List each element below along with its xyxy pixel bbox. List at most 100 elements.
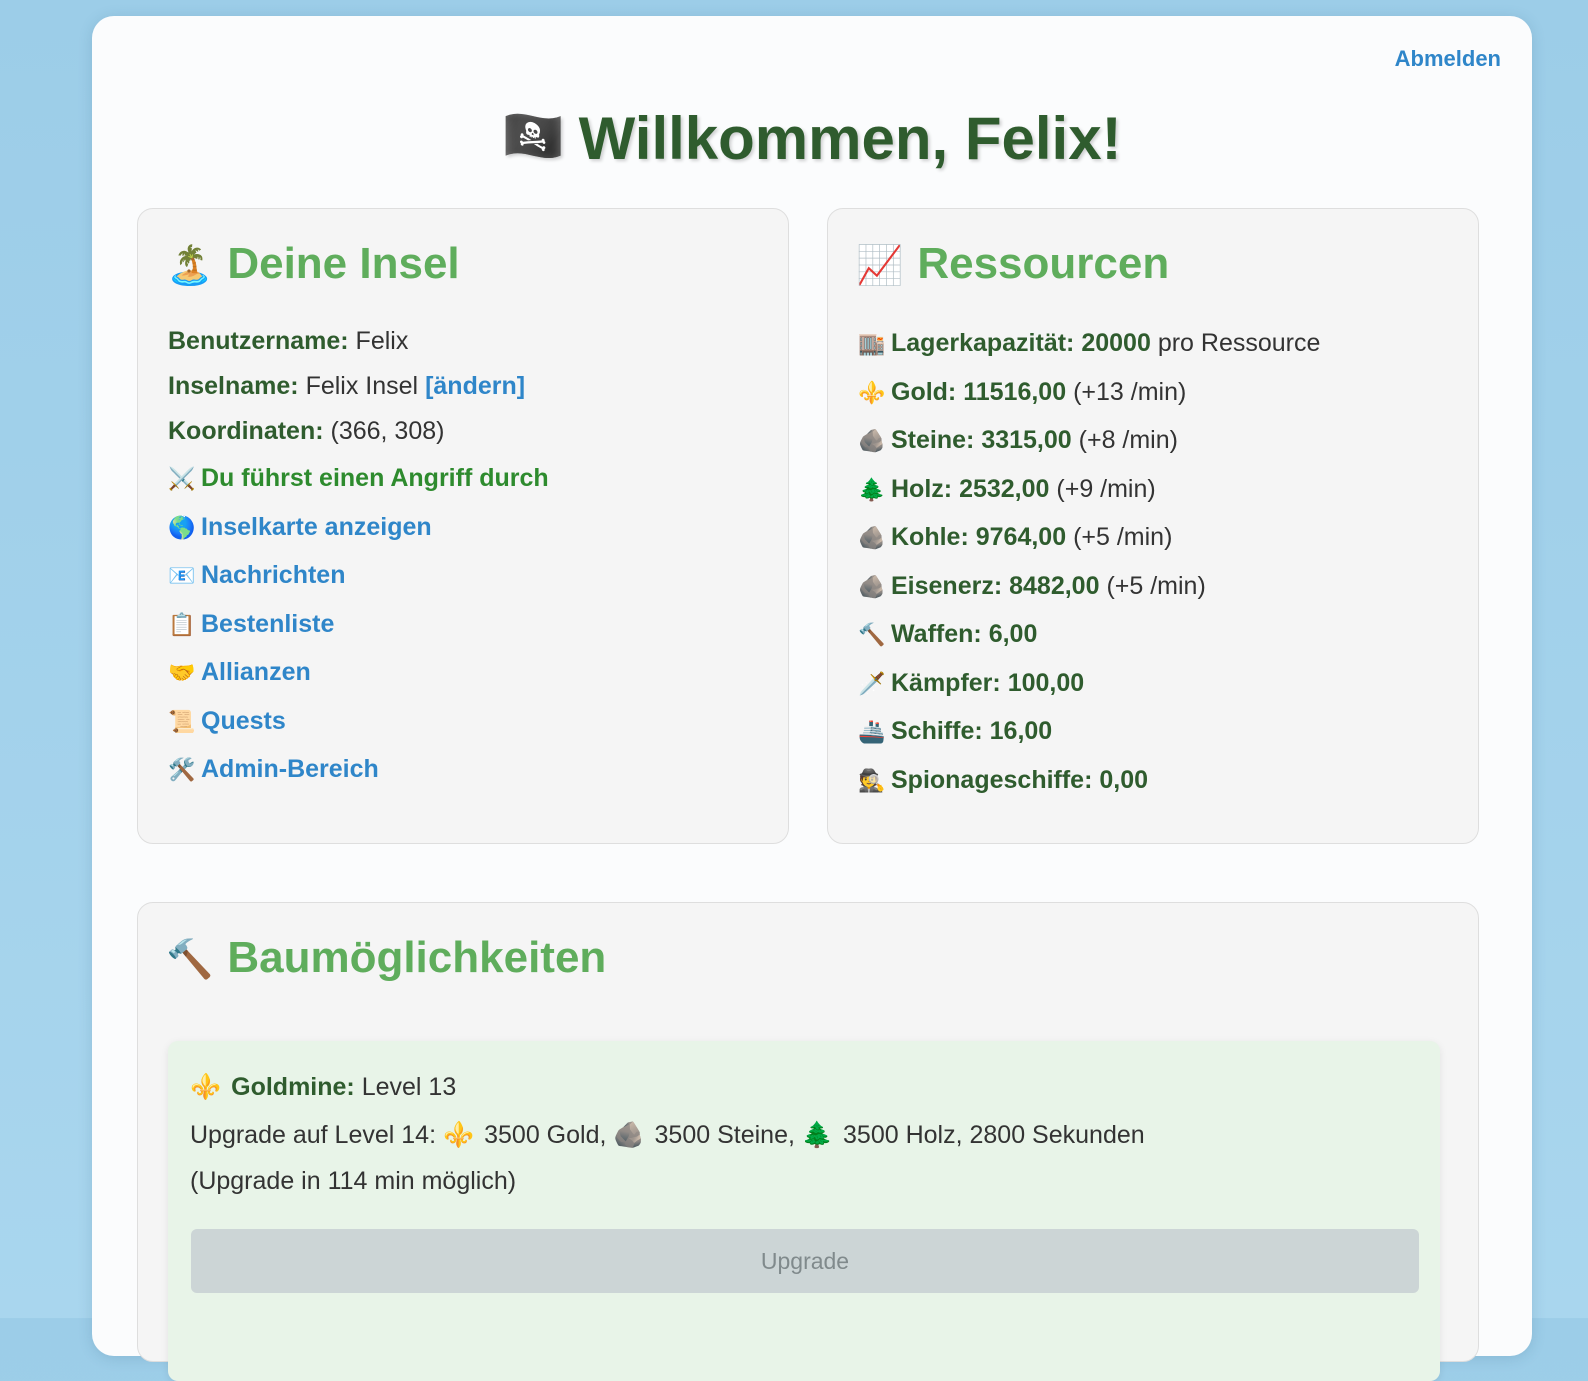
upgrade-availability: (Upgrade in 114 min möglich) xyxy=(190,1167,517,1195)
goldmine-build-item: ⚜️ Goldmine: Level 13 Upgrade auf Level 1… xyxy=(168,1041,1440,1381)
nav-link-quests[interactable]: 📜 Quests xyxy=(168,707,549,756)
resource-label: Eisenerz: xyxy=(891,571,1003,600)
resource-row-wood: 🌲 Holz: 2532,00 (+9 /min) xyxy=(858,475,1320,524)
quests-link[interactable]: Quests xyxy=(201,707,286,735)
attack-status-row: ⚔️ Du führst einen Angriff durch xyxy=(168,464,549,513)
cost-gold: 3500 Gold, xyxy=(484,1121,607,1149)
alliances-link[interactable]: Allianzen xyxy=(201,658,311,686)
coords-row: Koordinaten: (366, 308) xyxy=(168,417,549,464)
tree-icon: 🌲 xyxy=(858,476,886,502)
capacity-suffix: pro Ressource xyxy=(1157,329,1321,357)
build-card-title: 🔨 Baumöglichkeiten xyxy=(166,933,606,983)
island-info-list: Benutzername: Felix Inselname: Felix Ins… xyxy=(168,327,549,804)
fleur-de-lis-icon: ⚜️ xyxy=(858,379,886,405)
resource-value: 0,00 xyxy=(1099,765,1149,794)
dagger-icon: 🗡️ xyxy=(858,670,886,696)
fleur-de-lis-icon: ⚜️ xyxy=(190,1073,222,1101)
nav-link-admin[interactable]: 🛠️ Admin-Bereich xyxy=(168,755,549,804)
resource-rate: (+5 /min) xyxy=(1073,523,1173,551)
resource-label: Gold: xyxy=(891,377,957,406)
island-card-title: 🏝️ Deine Insel xyxy=(166,239,460,289)
rock-icon: 🪨 xyxy=(613,1121,645,1149)
build-options-card: 🔨 Baumöglichkeiten ⚜️ Goldmine: Level 13 U… xyxy=(137,902,1479,1381)
rock-icon: 🪨 xyxy=(858,428,886,453)
admin-link[interactable]: Admin-Bereich xyxy=(201,755,379,783)
island-card: 🏝️ Deine Insel Benutzername: Felix Inseln… xyxy=(137,208,789,844)
rock-icon: 🪨 xyxy=(858,573,886,599)
resource-value: 2532,00 xyxy=(959,474,1050,503)
capacity-value: 20000 xyxy=(1081,329,1151,357)
crossed-swords-icon: ⚔️ xyxy=(168,466,196,491)
resource-label: Steine: xyxy=(891,426,975,454)
resource-row-gold: ⚜️ Gold: 11516,00 (+13 /min) xyxy=(858,378,1320,427)
resources-title-text: Ressourcen xyxy=(917,239,1170,288)
resource-value: 16,00 xyxy=(989,717,1053,745)
cost-stone: 3500 Steine, xyxy=(654,1121,795,1149)
username-row: Benutzername: Felix xyxy=(168,327,549,372)
upgrade-button[interactable]: Upgrade xyxy=(191,1229,1419,1293)
resource-list: 🏬 Lagerkapazität: 20000 pro Ressource ⚜️ G… xyxy=(858,329,1320,814)
capacity-row: 🏬 Lagerkapazität: 20000 pro Ressource xyxy=(858,329,1320,378)
resource-row-ships: 🚢 Schiffe: 16,00 xyxy=(858,717,1320,766)
leaderboard-link[interactable]: Bestenliste xyxy=(201,610,334,638)
upgrade-cost-line: Upgrade auf Level 14: ⚜️ 3500 Gold, 🪨 3500… xyxy=(190,1121,1145,1150)
map-link[interactable]: Inselkarte anzeigen xyxy=(201,513,432,541)
coords-value: (366, 308) xyxy=(330,417,445,445)
resource-row-iron-ore: 🪨 Eisenerz: 8482,00 (+5 /min) xyxy=(858,572,1320,621)
resource-label: Schiffe: xyxy=(891,717,983,745)
tree-icon: 🌲 xyxy=(801,1121,834,1149)
chart-increasing-icon: 📈 xyxy=(856,245,904,287)
resource-row-fighters: 🗡️ Kämpfer: 100,00 xyxy=(858,669,1320,718)
username-value: Felix xyxy=(355,327,409,355)
resource-value: 9764,00 xyxy=(975,523,1067,551)
hammer-icon: 🔨 xyxy=(858,622,886,647)
islandname-value: Felix Insel xyxy=(305,372,419,400)
nav-link-messages[interactable]: 📧 Nachrichten xyxy=(168,561,549,610)
resource-rate: (+13 /min) xyxy=(1073,377,1187,406)
nav-link-map[interactable]: 🌎 Inselkarte anzeigen xyxy=(168,513,549,562)
coords-label: Koordinaten: xyxy=(168,417,324,445)
resource-row-spy-ships: 🕵️ Spionageschiffe: 0,00 xyxy=(858,766,1320,815)
resource-row-stone: 🪨 Steine: 3315,00 (+8 /min) xyxy=(858,426,1320,475)
hammer-icon: 🔨 xyxy=(166,939,214,981)
messages-link[interactable]: Nachrichten xyxy=(201,561,345,589)
resource-rate: (+8 /min) xyxy=(1078,426,1178,454)
resource-label: Holz: xyxy=(891,474,953,503)
goldmine-level-line: ⚜️ Goldmine: Level 13 xyxy=(190,1073,456,1102)
pirate-flag-icon: 🏴‍☠️ xyxy=(502,108,565,164)
resource-rate: (+5 /min) xyxy=(1106,571,1206,600)
resource-value: 100,00 xyxy=(1007,668,1085,697)
tools-icon: 🛠️ xyxy=(168,757,196,782)
nav-link-alliances[interactable]: 🤝 Allianzen xyxy=(168,658,549,707)
page-title: 🏴‍☠️ Willkommen, Felix! xyxy=(92,104,1532,173)
cost-wood-time: 3500 Holz, 2800 Sekunden xyxy=(843,1121,1145,1149)
build-title-text: Baumöglichkeiten xyxy=(227,933,607,982)
page-title-text: Willkommen, Felix! xyxy=(578,105,1122,172)
resource-rate: (+9 /min) xyxy=(1056,474,1156,503)
resource-row-coal: 🪨 Kohle: 9764,00 (+5 /min) xyxy=(858,523,1320,572)
detective-icon: 🕵️ xyxy=(858,767,886,793)
resource-label: Waffen: xyxy=(891,620,982,648)
change-islandname-link[interactable]: [ändern] xyxy=(425,372,525,400)
capacity-label: Lagerkapazität: xyxy=(891,329,1075,357)
scroll-icon: 📜 xyxy=(168,708,196,734)
nav-link-leaderboard[interactable]: 📋 Bestenliste xyxy=(168,610,549,659)
building-name: Goldmine: xyxy=(231,1073,355,1101)
islandname-label: Inselname: xyxy=(168,372,299,400)
attack-status-text: Du führst einen Angriff durch xyxy=(201,464,549,492)
resource-label: Kämpfer: xyxy=(891,668,1001,697)
island-title-text: Deine Insel xyxy=(227,239,460,288)
ship-icon: 🚢 xyxy=(858,719,886,744)
island-icon: 🏝️ xyxy=(166,245,214,287)
resource-value: 3315,00 xyxy=(981,426,1072,454)
warehouse-icon: 🏬 xyxy=(858,331,886,356)
globe-icon: 🌎 xyxy=(168,514,196,540)
rock-icon: 🪨 xyxy=(858,525,886,550)
resource-value: 6,00 xyxy=(988,620,1038,648)
building-level: Level 13 xyxy=(361,1073,457,1101)
resource-label: Spionageschiffe: xyxy=(891,765,1093,794)
logout-link[interactable]: Abmelden xyxy=(1395,46,1501,72)
islandname-row: Inselname: Felix Insel [ändern] xyxy=(168,372,549,417)
resources-card-title: 📈 Ressourcen xyxy=(856,239,1169,289)
handshake-icon: 🤝 xyxy=(168,660,196,685)
